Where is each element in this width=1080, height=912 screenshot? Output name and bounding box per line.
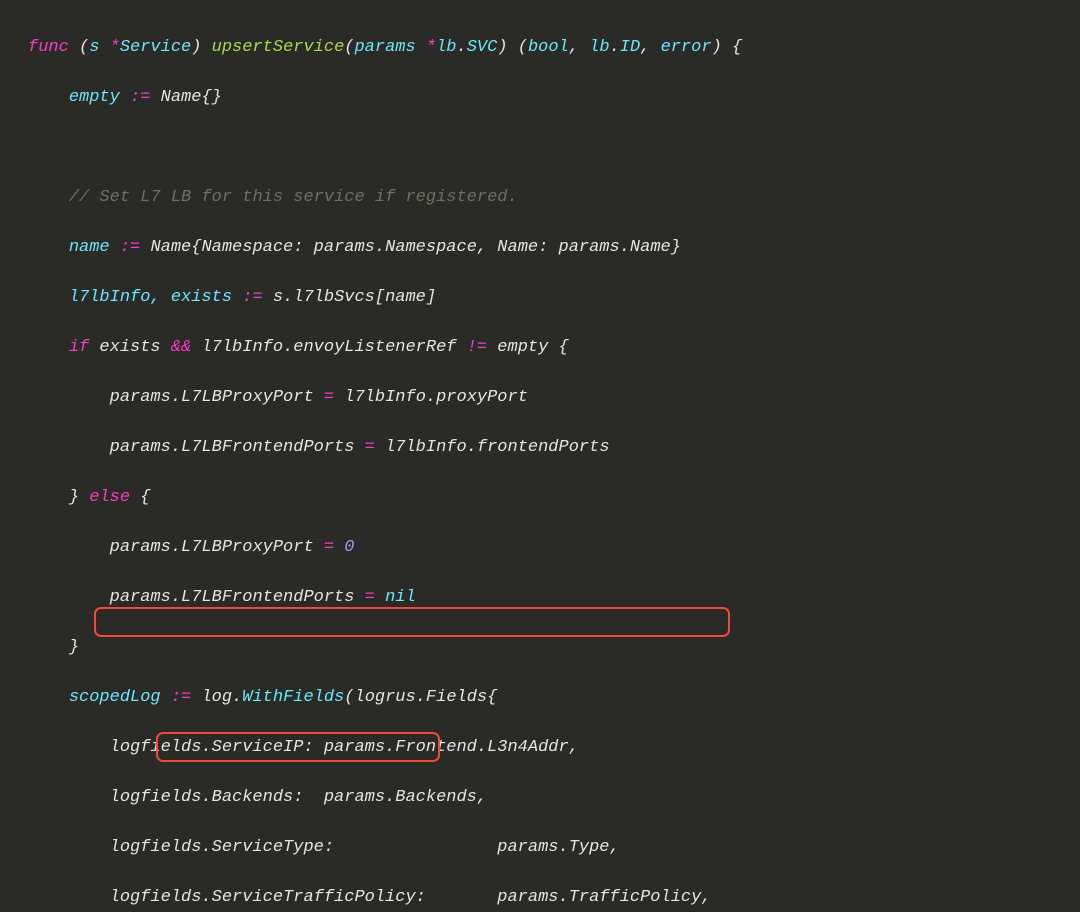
highlight-box-1: [94, 607, 730, 637]
line-10: } else {: [28, 485, 1080, 510]
field-line: logfields.ServiceTrafficPolicy: params.T…: [28, 885, 1080, 910]
field-line: logfields.ServiceIP: params.Frontend.L3n…: [28, 735, 1080, 760]
line-8: params.L7LBProxyPort = l7lbInfo.proxyPor…: [28, 385, 1080, 410]
line-9: params.L7LBFrontendPorts = l7lbInfo.fron…: [28, 435, 1080, 460]
line-11: params.L7LBProxyPort = 0: [28, 535, 1080, 560]
line-13: }: [28, 635, 1080, 660]
line-7: if exists && l7lbInfo.envoyListenerRef !…: [28, 335, 1080, 360]
line-12: params.L7LBFrontendPorts = nil: [28, 585, 1080, 610]
field-line: logfields.ServiceType: params.Type,: [28, 835, 1080, 860]
line-5: name := Name{Namespace: params.Namespace…: [28, 235, 1080, 260]
function-name: upsertService: [212, 38, 345, 57]
keyword-func: func: [28, 38, 69, 57]
line-3: [28, 135, 1080, 160]
comment: // Set L7 LB for this service if registe…: [69, 188, 518, 207]
line-6: l7lbInfo, exists := s.l7lbSvcs[name]: [28, 285, 1080, 310]
code-block: func (s *Service) upsertService(params *…: [0, 0, 1080, 912]
field-line: logfields.Backends: params.Backends,: [28, 785, 1080, 810]
line-2: empty := Name{}: [28, 85, 1080, 110]
line-1: func (s *Service) upsertService(params *…: [28, 35, 1080, 60]
line-14: scopedLog := log.WithFields(logrus.Field…: [28, 685, 1080, 710]
line-4: // Set L7 LB for this service if registe…: [28, 185, 1080, 210]
